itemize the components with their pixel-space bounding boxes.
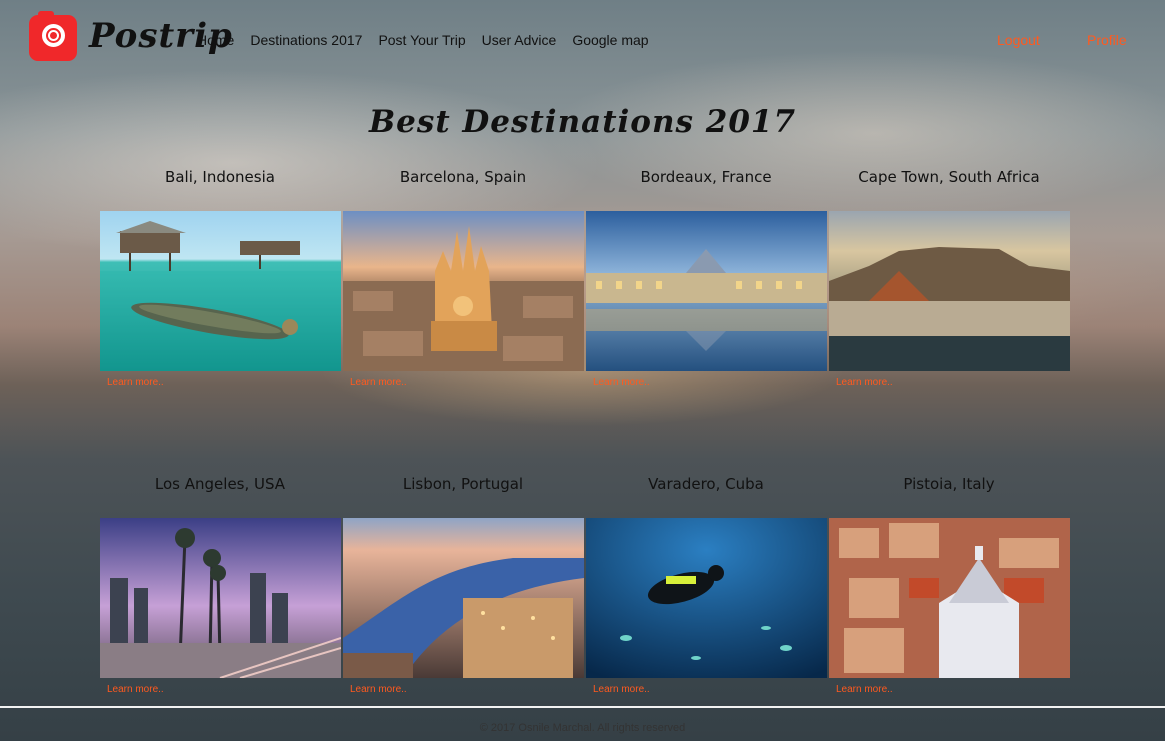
nav-destinations-2017[interactable]: Destinations 2017 <box>250 32 362 48</box>
footer-divider <box>0 706 1165 708</box>
destination-name: Bordeaux, France <box>640 168 772 186</box>
footer-copyright: © 2017 Osnile Marchal. All rights reserv… <box>479 722 686 734</box>
destination-name: Lisbon, Portugal <box>402 475 524 493</box>
nav-post-your-trip[interactable]: Post Your Trip <box>378 32 465 48</box>
destination-name: Pistoia, Italy <box>903 475 995 493</box>
destination-name: Bali, Indonesia <box>165 168 275 186</box>
page-title: Best Destinations 2017 <box>368 104 797 140</box>
destination-name: Cape Town, South Africa <box>858 168 1040 186</box>
learn-more-link[interactable]: Learn more.. <box>350 377 407 388</box>
barcelona-photo[interactable] <box>343 211 584 371</box>
learn-more-link[interactable]: Learn more.. <box>107 684 164 695</box>
los-angeles-photo[interactable] <box>100 518 341 678</box>
learn-more-link[interactable]: Learn more.. <box>593 684 650 695</box>
learn-more-link[interactable]: Learn more.. <box>836 377 893 388</box>
destination-name: Varadero, Cuba <box>648 475 764 493</box>
bordeaux-photo[interactable] <box>586 211 827 371</box>
learn-more-link[interactable]: Learn more.. <box>350 684 407 695</box>
camera-logo-icon[interactable] <box>29 11 77 61</box>
profile-link[interactable]: Profile <box>1087 32 1127 48</box>
cape-town-photo[interactable] <box>829 211 1070 371</box>
main-nav: Home Destinations 2017 Post Your Trip Us… <box>197 32 649 48</box>
learn-more-link[interactable]: Learn more.. <box>593 377 650 388</box>
destination-name: Los Angeles, USA <box>154 475 286 493</box>
pistoia-photo[interactable] <box>829 518 1070 678</box>
destination-name: Barcelona, Spain <box>399 168 527 186</box>
nav-home[interactable]: Home <box>197 32 234 48</box>
learn-more-link[interactable]: Learn more.. <box>836 684 893 695</box>
learn-more-link[interactable]: Learn more.. <box>107 377 164 388</box>
logout-link[interactable]: Logout <box>997 32 1040 48</box>
varadero-photo[interactable] <box>586 518 827 678</box>
bali-photo[interactable] <box>100 211 341 371</box>
lisbon-photo[interactable] <box>343 518 584 678</box>
nav-user-advice[interactable]: User Advice <box>482 32 557 48</box>
site-header: Postrip Home Destinations 2017 Post Your… <box>0 0 1165 80</box>
nav-google-map[interactable]: Google map <box>572 32 648 48</box>
